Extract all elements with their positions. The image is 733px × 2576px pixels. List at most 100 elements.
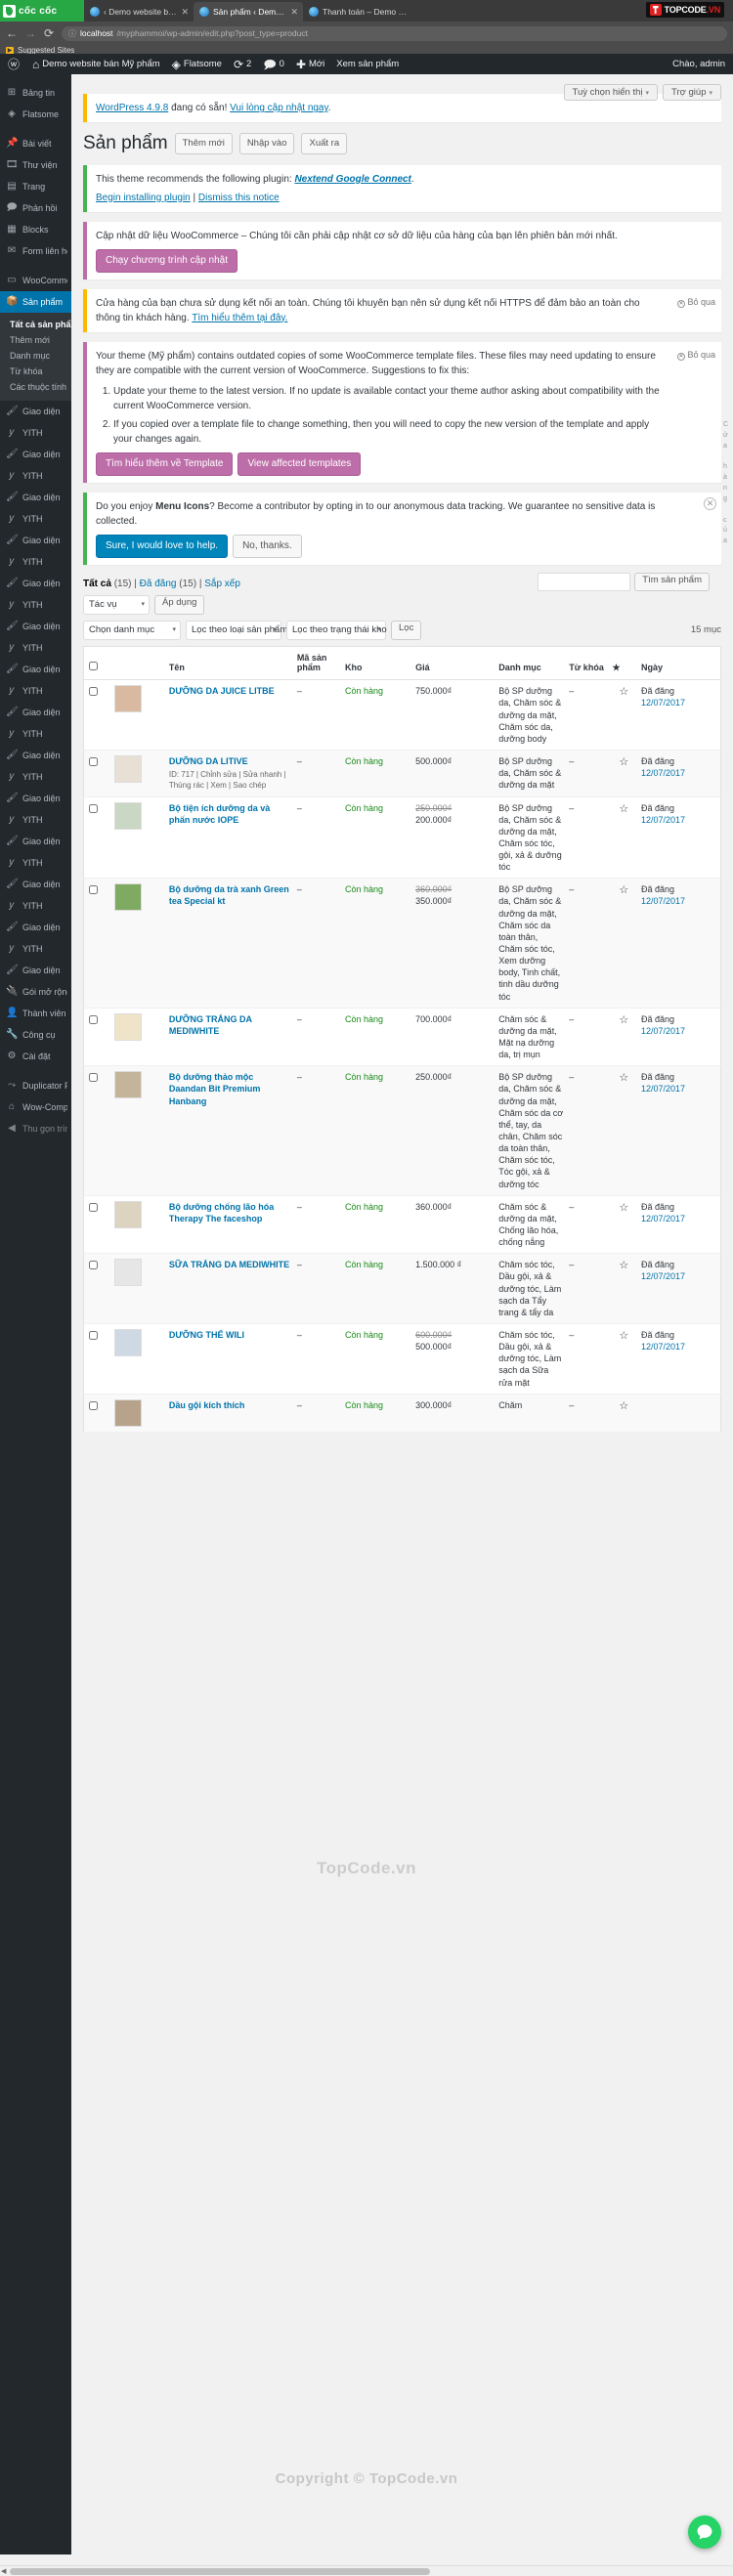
row-name-cell[interactable]: Bộ dưỡng thảo mộc Daandan Bit Premium Ha… [165,1065,294,1196]
row-name-cell[interactable]: DƯỠNG DA LITIVE ID: 717 | Chỉnh sửa | Sửa… [165,750,294,797]
sidebar-item-appearance[interactable]: 🖌 Giao diện [0,874,71,895]
row-select-cell[interactable] [83,796,112,880]
screen-options-button[interactable]: Tuỳ chọn hiển thị ▾ [563,84,659,101]
ssl-dismiss-label[interactable]: ✕ Bỏ qua [676,296,715,310]
row-name-cell[interactable]: Bộ tiện ích dưỡng da và phấn nước IOPE [165,796,294,880]
view-sort-label[interactable]: Sắp xếp [204,579,240,589]
product-name-link[interactable]: Bộ tiện ích dưỡng da và phấn nước IOPE [169,802,291,826]
product-name-link[interactable]: DƯỠNG DA LITIVE [169,755,291,767]
sidebar-item-yith[interactable]: 𝑦 YITH [0,422,71,444]
row-date-link[interactable]: 12/07/2017 [641,768,685,778]
search-submit-button[interactable]: Tìm sản phẩm [634,572,710,591]
row-featured-cell[interactable]: ☆ [609,878,638,1009]
row-featured-cell[interactable]: ☆ [609,1195,638,1255]
category-filter-select[interactable]: Chọn danh mục [83,620,181,640]
site-info-icon[interactable]: ⓘ [68,28,76,39]
row-name-cell[interactable]: Bộ dưỡng da trà xanh Green tea Special k… [165,878,294,1009]
import-button[interactable]: Nhập vào [238,133,295,155]
date-header[interactable]: Ngày [638,646,721,681]
sidebar-subitem-tags[interactable]: Từ khóa [0,364,71,379]
opt-in-no-button[interactable]: No, thanks. [233,534,302,558]
close-icon[interactable]: ✕ [181,7,189,18]
browser-tab-1[interactable]: ‹ Demo website bán Mỹ ph ✕ [84,2,194,21]
row-checkbox[interactable] [89,1400,98,1410]
search-input[interactable] [538,572,631,591]
table-row[interactable]: Bộ tiện ích dưỡng da và phấn nước IOPE – C… [83,796,721,880]
product-name-link[interactable]: Bộ dưỡng thảo mộc Daandan Bit Premium Ha… [169,1071,291,1106]
row-checkbox[interactable] [89,885,98,895]
product-name-link[interactable]: DƯỠNG DA JUICE LITBE [169,685,291,697]
row-select-cell[interactable] [83,1008,112,1067]
apply-bulk-button[interactable]: Áp dụng [154,594,205,615]
row-date-link[interactable]: 12/07/2017 [641,698,685,708]
row-category-cell[interactable]: Bộ SP dưỡng da, Chăm sóc & dưỡng da mặt,… [496,796,567,880]
row-featured-cell[interactable]: ☆ [609,750,638,797]
row-category-cell[interactable]: Bộ SP dưỡng da, Chăm sóc & dưỡng da mặt [496,750,567,797]
table-row[interactable]: Bộ dưỡng da trà xanh Green tea Special k… [83,878,721,1009]
product-name-link[interactable]: Bộ dưỡng chống lão hóa Therapy The faces… [169,1201,291,1224]
url-input[interactable]: ⓘ localhost/myphammoi/wp-admin/edit.php?… [62,25,727,41]
sidebar-item-appearance[interactable]: 🖌 Giao diện [0,745,71,766]
wp-version-link[interactable]: WordPress 4.9.8 [96,103,168,113]
sidebar-item-cài-đặt[interactable]: ⚙ Cài đặt [0,1046,71,1067]
sidebar-item-thành-viên[interactable]: 👤 Thành viên [0,1003,71,1024]
row-name-cell[interactable]: SỮA TRẮNG DA MEDIWHITE [165,1253,294,1324]
admin-sidebar[interactable]: ⊞ Bảng tin ◈ Flatsome 📌 Bài viết 🎞 Thư v… [0,74,71,2555]
row-select-cell[interactable] [83,750,112,797]
close-icon[interactable]: ✕ [290,7,298,18]
sidebar-item-appearance[interactable]: 🖌 Giao diện [0,960,71,981]
run-updater-button[interactable]: Chạy chương trình cập nhật [96,248,237,273]
select-all-header[interactable] [83,646,112,681]
row-date-link[interactable]: 12/07/2017 [641,815,685,825]
sidebar-item-posts[interactable]: 📌 Bài viết [0,133,71,154]
row-date-link[interactable]: 12/07/2017 [641,1026,685,1036]
row-featured-cell[interactable]: ☆ [609,1253,638,1324]
scroll-left-icon[interactable]: ◀ [1,2567,6,2575]
row-featured-cell[interactable]: ☆ [609,1065,638,1196]
adminbar-updates[interactable]: ⟳ 2 [228,54,257,74]
browser-tab-2[interactable]: Sản phẩm ‹ Demo website ✕ [194,2,303,21]
row-featured-cell[interactable]: ☆ [609,1394,638,1433]
horizontal-scrollbar[interactable]: ◀ [0,2565,733,2576]
export-button[interactable]: Xuất ra [301,133,348,155]
sidebar-item-appearance[interactable]: 🖌 Giao diện [0,487,71,508]
row-select-cell[interactable] [83,1394,112,1433]
sidebar-item-duplicator-pro[interactable]: ⤳Duplicator Pro [0,1075,71,1096]
row-category-cell[interactable]: Bộ SP dưỡng da, Chăm sóc & dưỡng da mặt,… [496,679,567,751]
sidebar-subitem-categories[interactable]: Danh mục [0,348,71,364]
sidebar-subitem-all-products[interactable]: Tất cả sản phẩm [0,317,71,332]
row-checkbox[interactable] [89,687,98,697]
row-date-link[interactable]: 12/07/2017 [641,896,685,906]
wp-update-link[interactable]: Vui lòng cập nhật ngay [230,103,328,113]
select-all-checkbox[interactable] [89,662,98,671]
sidebar-item-gói-mở-rộng[interactable]: 🔌 Gói mở rộng [0,981,71,1003]
table-row[interactable]: SỮA TRẮNG DA MEDIWHITE – Còn hàng 1.500.000… [83,1253,721,1324]
row-category-cell[interactable]: Chăm [496,1394,567,1433]
sidebar-item-yith[interactable]: 𝑦 YITH [0,680,71,702]
table-row[interactable]: Bộ dưỡng chống lão hóa Therapy The faces… [83,1195,721,1255]
name-header[interactable]: Tên [165,646,294,681]
row-actions[interactable]: ID: 717 | Chỉnh sửa | Sửa nhanh | Thùng … [169,769,291,791]
product-name-link[interactable]: DƯỠNG TRẮNG DA MEDIWHITE [169,1013,291,1037]
bulk-action-select[interactable]: Tác vụ [83,594,150,615]
row-featured-cell[interactable]: ☆ [609,796,638,880]
product-name-link[interactable]: Bộ dưỡng da trà xanh Green tea Special k… [169,883,291,907]
close-icon[interactable]: ✕ [704,496,716,510]
sidebar-item-appearance[interactable]: 🖌 Giao diện [0,444,71,465]
sidebar-item-media[interactable]: 🎞 Thư viện [0,154,71,176]
row-name-cell[interactable]: DƯỠNG DA JUICE LITBE [165,679,294,751]
sidebar-item-products[interactable]: 📦 Sản phẩm [0,291,71,313]
row-name-cell[interactable]: Bộ dưỡng chống lão hóa Therapy The faces… [165,1195,294,1255]
sidebar-item-contact-form[interactable]: ✉ Form liên hệ [0,240,71,262]
sidebar-item-appearance[interactable]: 🖌 Giao diện [0,659,71,680]
sidebar-item-yith[interactable]: 𝑦 YITH [0,594,71,616]
browser-tab-3[interactable]: Thanh toán – Demo websi [303,2,412,21]
table-row[interactable]: DƯỠNG TRẮNG DA MEDIWHITE – Còn hàng 700.000… [83,1008,721,1067]
product-name-link[interactable]: DƯỠNG THỂ WILI [169,1329,291,1341]
table-row[interactable]: DƯỠNG DA LITIVE ID: 717 | Chỉnh sửa | Sửa… [83,750,721,797]
row-checkbox[interactable] [89,756,98,766]
row-category-cell[interactable]: Bộ SP dưỡng da, Chăm sóc & dưỡng da mặt,… [496,878,567,1009]
row-select-cell[interactable] [83,1253,112,1324]
stock-status-filter-select[interactable]: Lọc theo trạng thái kho [286,620,387,640]
sidebar-item-pages[interactable]: ▤ Trang [0,176,71,197]
